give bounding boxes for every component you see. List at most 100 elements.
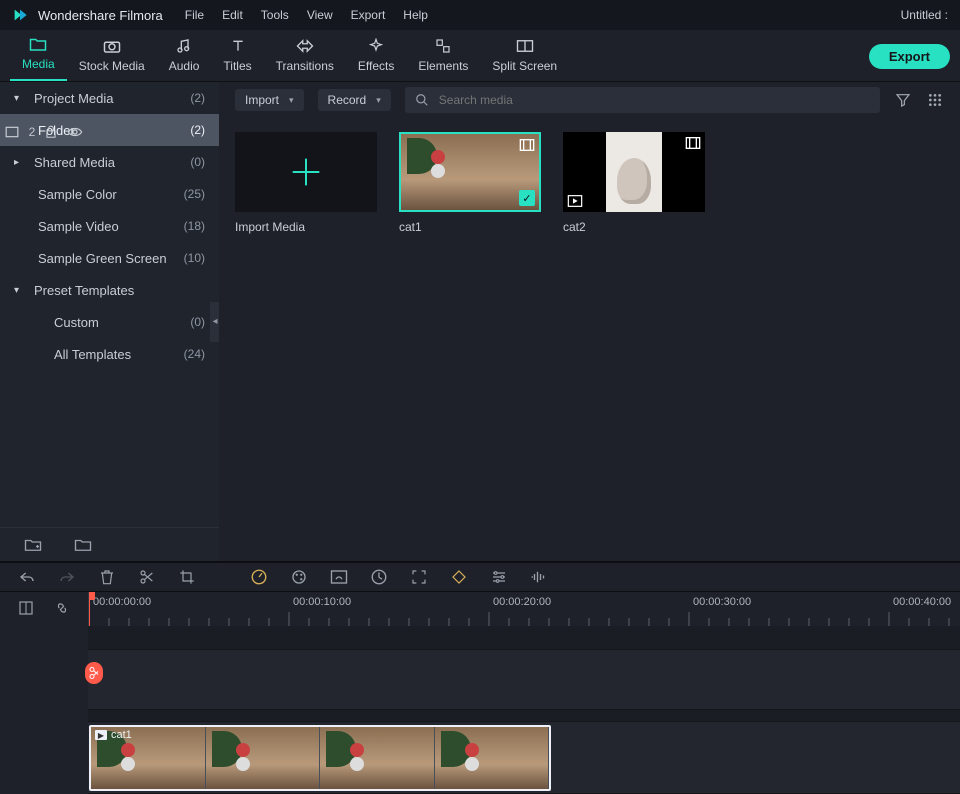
sidebar-item-label: Custom: [54, 315, 190, 330]
menu-bar: File Edit Tools View Export Help: [185, 8, 428, 22]
tab-effects[interactable]: Effects: [346, 31, 406, 81]
timeline-ruler[interactable]: 00:00:00:00 00:00:10:00 00:00:20:00 00:0…: [88, 592, 960, 626]
audio-wave-icon[interactable]: [530, 568, 548, 586]
speed-ramp-icon[interactable]: [370, 568, 388, 586]
tab-split-screen[interactable]: Split Screen: [480, 31, 569, 81]
music-icon: [175, 37, 193, 55]
split-clip-icon[interactable]: [138, 568, 156, 586]
tab-label: Stock Media: [79, 59, 145, 73]
elements-icon: [434, 37, 452, 55]
redo-icon[interactable]: [58, 568, 76, 586]
track-number: 2: [29, 125, 36, 139]
folder-icon: [29, 35, 47, 53]
spacer-lane: [88, 626, 960, 650]
item-count: (24): [184, 347, 205, 361]
card-caption: cat2: [563, 220, 705, 234]
tab-media[interactable]: Media: [10, 29, 67, 81]
checked-icon: ✓: [519, 190, 535, 206]
eye-icon[interactable]: [67, 126, 83, 138]
sidebar-item-sample-video[interactable]: Sample Video(18): [0, 210, 219, 242]
editing-toolbar: [0, 562, 960, 592]
keyframe-icon[interactable]: [450, 568, 468, 586]
undo-icon[interactable]: [18, 568, 36, 586]
chevron-down-icon: ▾: [289, 95, 294, 106]
app-logo-icon: [12, 7, 28, 23]
video-track-header[interactable]: 2: [0, 96, 88, 168]
new-folder-icon[interactable]: [24, 538, 42, 552]
tab-ribbon: Media Stock Media Audio Titles Transitio…: [0, 30, 960, 82]
sidebar-item-label: Sample Green Screen: [38, 251, 184, 266]
razor-cursor-icon[interactable]: [85, 662, 103, 684]
sidebar-item-label: Preset Templates: [34, 283, 205, 298]
video-badge-icon: [519, 138, 535, 152]
filter-icon[interactable]: [894, 91, 912, 109]
tab-titles[interactable]: Titles: [211, 31, 263, 81]
menu-help[interactable]: Help: [403, 8, 428, 22]
lock-icon[interactable]: [45, 125, 57, 139]
empty-track-lane[interactable]: [88, 650, 960, 710]
item-count: (0): [190, 315, 205, 329]
item-count: (2): [190, 91, 205, 105]
timecode-label: 00:00:20:00: [493, 596, 551, 608]
video-track-lane[interactable]: ▶cat1: [88, 722, 960, 794]
media-card-cat2[interactable]: cat2: [563, 132, 705, 234]
spacer-lane: [88, 710, 960, 722]
color-icon[interactable]: [290, 568, 308, 586]
menu-edit[interactable]: Edit: [222, 8, 243, 22]
tab-label: Split Screen: [492, 59, 557, 73]
sidebar-item-custom[interactable]: Custom(0): [0, 306, 219, 338]
card-caption: cat1: [399, 220, 541, 234]
play-icon: ▶: [95, 730, 107, 740]
add-to-timeline-icon[interactable]: [567, 194, 583, 208]
tab-label: Elements: [418, 59, 468, 73]
import-media-card[interactable]: Import Media: [235, 132, 377, 234]
speed-icon[interactable]: [250, 568, 268, 586]
grid-view-icon[interactable]: [926, 91, 944, 109]
link-icon[interactable]: [54, 600, 72, 618]
adjust-icon[interactable]: [490, 568, 508, 586]
sidebar-item-sample-green[interactable]: Sample Green Screen(10): [0, 242, 219, 274]
item-count: (2): [190, 123, 205, 137]
crop-fit-icon[interactable]: [410, 568, 428, 586]
menu-export[interactable]: Export: [351, 8, 386, 22]
sidebar-item-preset-templates[interactable]: ▾ Preset Templates: [0, 274, 219, 306]
media-card-cat1[interactable]: ✓ cat1: [399, 132, 541, 234]
tab-audio[interactable]: Audio: [157, 31, 212, 81]
sidebar-item-all-templates[interactable]: All Templates(24): [0, 338, 219, 370]
tab-elements[interactable]: Elements: [406, 31, 480, 81]
tab-label: Media: [22, 57, 55, 71]
item-count: (25): [184, 187, 205, 201]
caret-down-icon: ▾: [14, 285, 24, 296]
menu-tools[interactable]: Tools: [261, 8, 289, 22]
sidebar-item-sample-color[interactable]: Sample Color(25): [0, 178, 219, 210]
timecode-label: 00:00:40:00: [893, 596, 951, 608]
sidebar-item-label: All Templates: [54, 347, 184, 362]
timeline-clip-cat1[interactable]: ▶cat1: [89, 725, 551, 791]
export-button[interactable]: Export: [869, 44, 950, 69]
tab-label: Titles: [223, 59, 251, 73]
track-video-icon: [5, 126, 19, 138]
marker-icon[interactable]: [18, 600, 36, 618]
ruler-ticks: [89, 612, 960, 626]
import-dropdown[interactable]: Import▾: [235, 89, 304, 111]
timecode-label: 00:00:30:00: [693, 596, 751, 608]
delete-icon[interactable]: [98, 568, 116, 586]
crop-icon[interactable]: [178, 568, 196, 586]
search-box[interactable]: [405, 87, 880, 113]
effects-icon: [367, 37, 385, 55]
search-icon: [415, 93, 429, 107]
green-screen-icon[interactable]: [330, 568, 348, 586]
menu-view[interactable]: View: [307, 8, 333, 22]
folder-icon[interactable]: [74, 538, 92, 552]
camera-icon: [103, 37, 121, 55]
tab-label: Effects: [358, 59, 394, 73]
search-input[interactable]: [439, 93, 870, 107]
split-icon: [516, 37, 534, 55]
record-dropdown[interactable]: Record▾: [318, 89, 391, 111]
text-icon: [229, 37, 247, 55]
tab-label: Transitions: [276, 59, 334, 73]
tab-stock-media[interactable]: Stock Media: [67, 31, 157, 81]
menu-file[interactable]: File: [185, 8, 204, 22]
tab-transitions[interactable]: Transitions: [264, 31, 346, 81]
card-caption: Import Media: [235, 220, 377, 234]
